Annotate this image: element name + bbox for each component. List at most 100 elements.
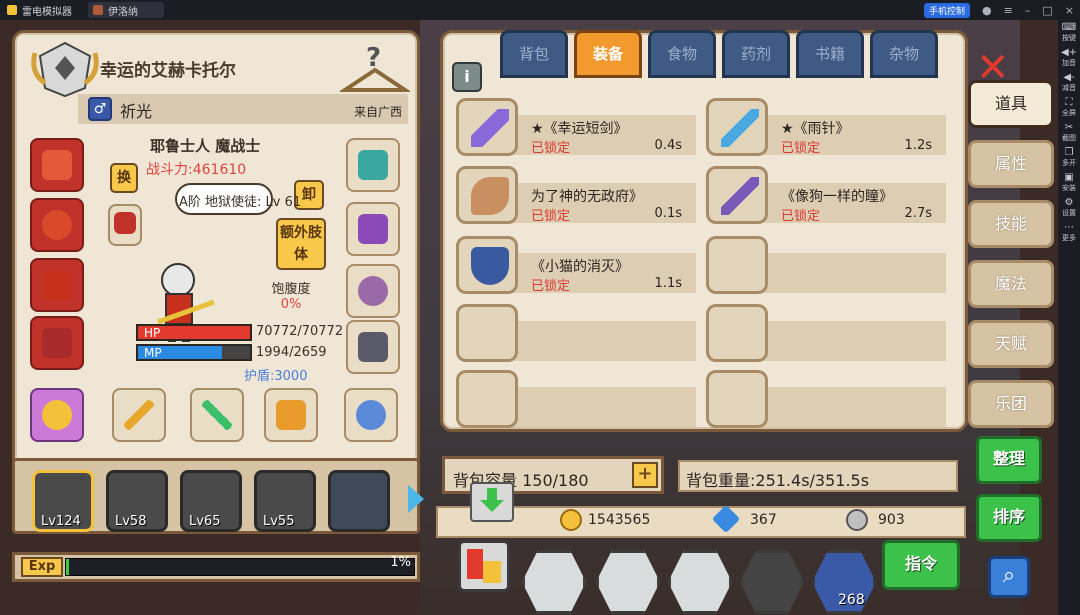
command-button[interactable]: 指令 — [882, 540, 960, 590]
equip-slot-arms[interactable] — [30, 316, 84, 370]
sidebar-item-volume-down[interactable]: ◀- 减音 — [1058, 70, 1080, 95]
sidebar-item-label: 全屏 — [1062, 109, 1076, 117]
side-tab-band[interactable]: 乐团 — [968, 380, 1054, 428]
empty-slot[interactable] — [456, 304, 696, 362]
item-weight: 1.1s — [654, 276, 682, 291]
inventory-item[interactable]: ★《雨针》 已锁定 1.2s — [706, 98, 946, 156]
close-icon[interactable]: × — [1065, 4, 1074, 17]
silver-amount: 903 — [878, 512, 905, 528]
sidebar-item-multi[interactable]: ❐ 多开 — [1058, 145, 1080, 170]
gold-amount: 1543565 — [588, 512, 651, 528]
equip-slot-weapon2[interactable] — [190, 388, 244, 442]
inventory-item[interactable]: 《小猫的消灭》 已锁定 1.1s — [456, 236, 696, 294]
empty-slot[interactable] — [706, 370, 946, 428]
empty-slot[interactable] — [706, 236, 946, 294]
equip-slot-gloves[interactable] — [346, 202, 400, 256]
party-member[interactable]: Lv124 — [32, 470, 94, 532]
tab-books[interactable]: 书籍 — [796, 30, 864, 78]
download-icon[interactable] — [470, 482, 514, 522]
phone-control-button[interactable]: 手机控制 — [924, 2, 971, 18]
origin-label: 来自广西 — [353, 105, 402, 119]
side-tab-magic[interactable]: 魔法 — [968, 260, 1054, 308]
maximize-icon[interactable]: □ — [1042, 4, 1052, 17]
character-class: 耶鲁士人 魔战士 — [150, 137, 261, 155]
more-icon: ⋯ — [1064, 222, 1074, 233]
equip-slot-body[interactable] — [30, 258, 84, 312]
equip-slot-head[interactable] — [30, 138, 84, 192]
hanger-icon[interactable]: ? — [338, 40, 412, 100]
tab-emulator[interactable]: 雷电模拟器 — [2, 2, 84, 18]
sort-order-icon[interactable] — [458, 540, 510, 592]
fullscreen-icon: ⛶ — [1065, 97, 1073, 108]
amulet-icon — [42, 210, 72, 240]
sidebar-item-fullscreen[interactable]: ⛶ 全屏 — [1058, 95, 1080, 120]
extra-limb-button[interactable]: 额外肢体 — [276, 218, 326, 270]
empty-slot[interactable] — [706, 304, 946, 362]
sidebar-item-more[interactable]: ⋯ 更多 — [1058, 220, 1080, 245]
hunger-value: 0% — [280, 297, 302, 312]
info-button[interactable]: i — [452, 62, 482, 92]
sort-button[interactable]: 排序 — [976, 494, 1042, 542]
equip-slot-ring[interactable] — [30, 388, 84, 442]
item-strip — [761, 387, 946, 427]
sidebar-item-keys[interactable]: ⌨ 按键 — [1058, 20, 1080, 45]
empty-slot[interactable] — [456, 370, 696, 428]
inventory-item[interactable]: 为了神的无政府》 已锁定 0.1s — [456, 166, 696, 224]
equip-slot-weapon3[interactable] — [264, 388, 318, 442]
sidebar-item-install[interactable]: ▣ 安装 — [1058, 170, 1080, 195]
ring-icon — [42, 400, 72, 430]
equip-slot-ammo[interactable] — [344, 388, 398, 442]
search-button[interactable]: ⌕ — [988, 556, 1030, 598]
tab-equipment[interactable]: 装备 — [574, 30, 642, 78]
sidebar-item-label: 设置 — [1062, 209, 1076, 217]
sidebar-item-settings[interactable]: ⚙ 设置 — [1058, 195, 1080, 220]
item-weight: 0.1s — [654, 206, 682, 221]
inventory-item[interactable]: 《像狗一样的瞳》 已锁定 2.7s — [706, 166, 946, 224]
expand-capacity-button[interactable]: + — [632, 462, 658, 488]
equip-slot-neck[interactable] — [30, 198, 84, 252]
tab-food[interactable]: 食物 — [648, 30, 716, 78]
menu-icon[interactable]: ≡ — [1004, 4, 1013, 17]
swap-button[interactable]: 换 — [110, 163, 138, 193]
side-tab-attributes[interactable]: 属性 — [968, 140, 1054, 188]
item-frame — [706, 236, 768, 294]
sidebar-item-label: 更多 — [1062, 234, 1076, 242]
title-bar: ♂ 祈光 来自广西 — [78, 94, 408, 124]
tab-potion[interactable]: 药剂 — [722, 30, 790, 78]
item-frame — [456, 98, 518, 156]
tab-game[interactable]: 伊洛纳 — [88, 2, 164, 18]
sidebar-item-volume-up[interactable]: ◀+ 加音 — [1058, 45, 1080, 70]
tab-bag[interactable]: 背包 — [500, 30, 568, 78]
inventory-item[interactable]: ★《幸运短剑》 已锁定 0.4s — [456, 98, 696, 156]
equip-slot-boots[interactable] — [346, 320, 400, 374]
tab-misc[interactable]: 杂物 — [870, 30, 938, 78]
equip-slot-belt[interactable] — [346, 264, 400, 318]
sidebar-item-screenshot[interactable]: ✂ 截图 — [1058, 120, 1080, 145]
multi-window-icon: ❐ — [1064, 147, 1074, 158]
item-weight: 1.2s — [904, 138, 932, 153]
sidebar-item-label: 按键 — [1062, 34, 1076, 42]
party-member[interactable]: Lv55 — [254, 470, 316, 532]
side-tab-skills[interactable]: 技能 — [968, 200, 1054, 248]
user-icon[interactable]: ● — [982, 4, 992, 17]
belt-icon — [358, 276, 388, 306]
next-arrow-icon[interactable] — [408, 485, 424, 513]
minimize-icon[interactable]: – — [1025, 4, 1031, 17]
inventory-tabs: 背包 装备 食物 药剂 书籍 杂物 — [500, 30, 938, 80]
party-member-empty[interactable] — [328, 470, 390, 532]
equip-slot-weapon1[interactable] — [112, 388, 166, 442]
equip-slot-misc[interactable] — [108, 204, 142, 246]
party-member[interactable]: Lv58 — [106, 470, 168, 532]
party-member[interactable]: Lv65 — [180, 470, 242, 532]
item-frame — [456, 166, 518, 224]
tab-label: 伊洛纳 — [108, 7, 138, 18]
item-frame — [456, 304, 518, 362]
organize-button[interactable]: 整理 — [976, 436, 1042, 484]
gauntlet-icon — [42, 328, 72, 358]
side-tab-talent[interactable]: 天赋 — [968, 320, 1054, 368]
side-tab-items[interactable]: 道具 — [968, 80, 1054, 128]
combat-power: 战斗力:461610 — [146, 162, 247, 178]
spear-icon — [721, 109, 759, 147]
mp-value: 1994/2659 — [256, 345, 327, 360]
equip-slot-cape[interactable] — [346, 138, 400, 192]
